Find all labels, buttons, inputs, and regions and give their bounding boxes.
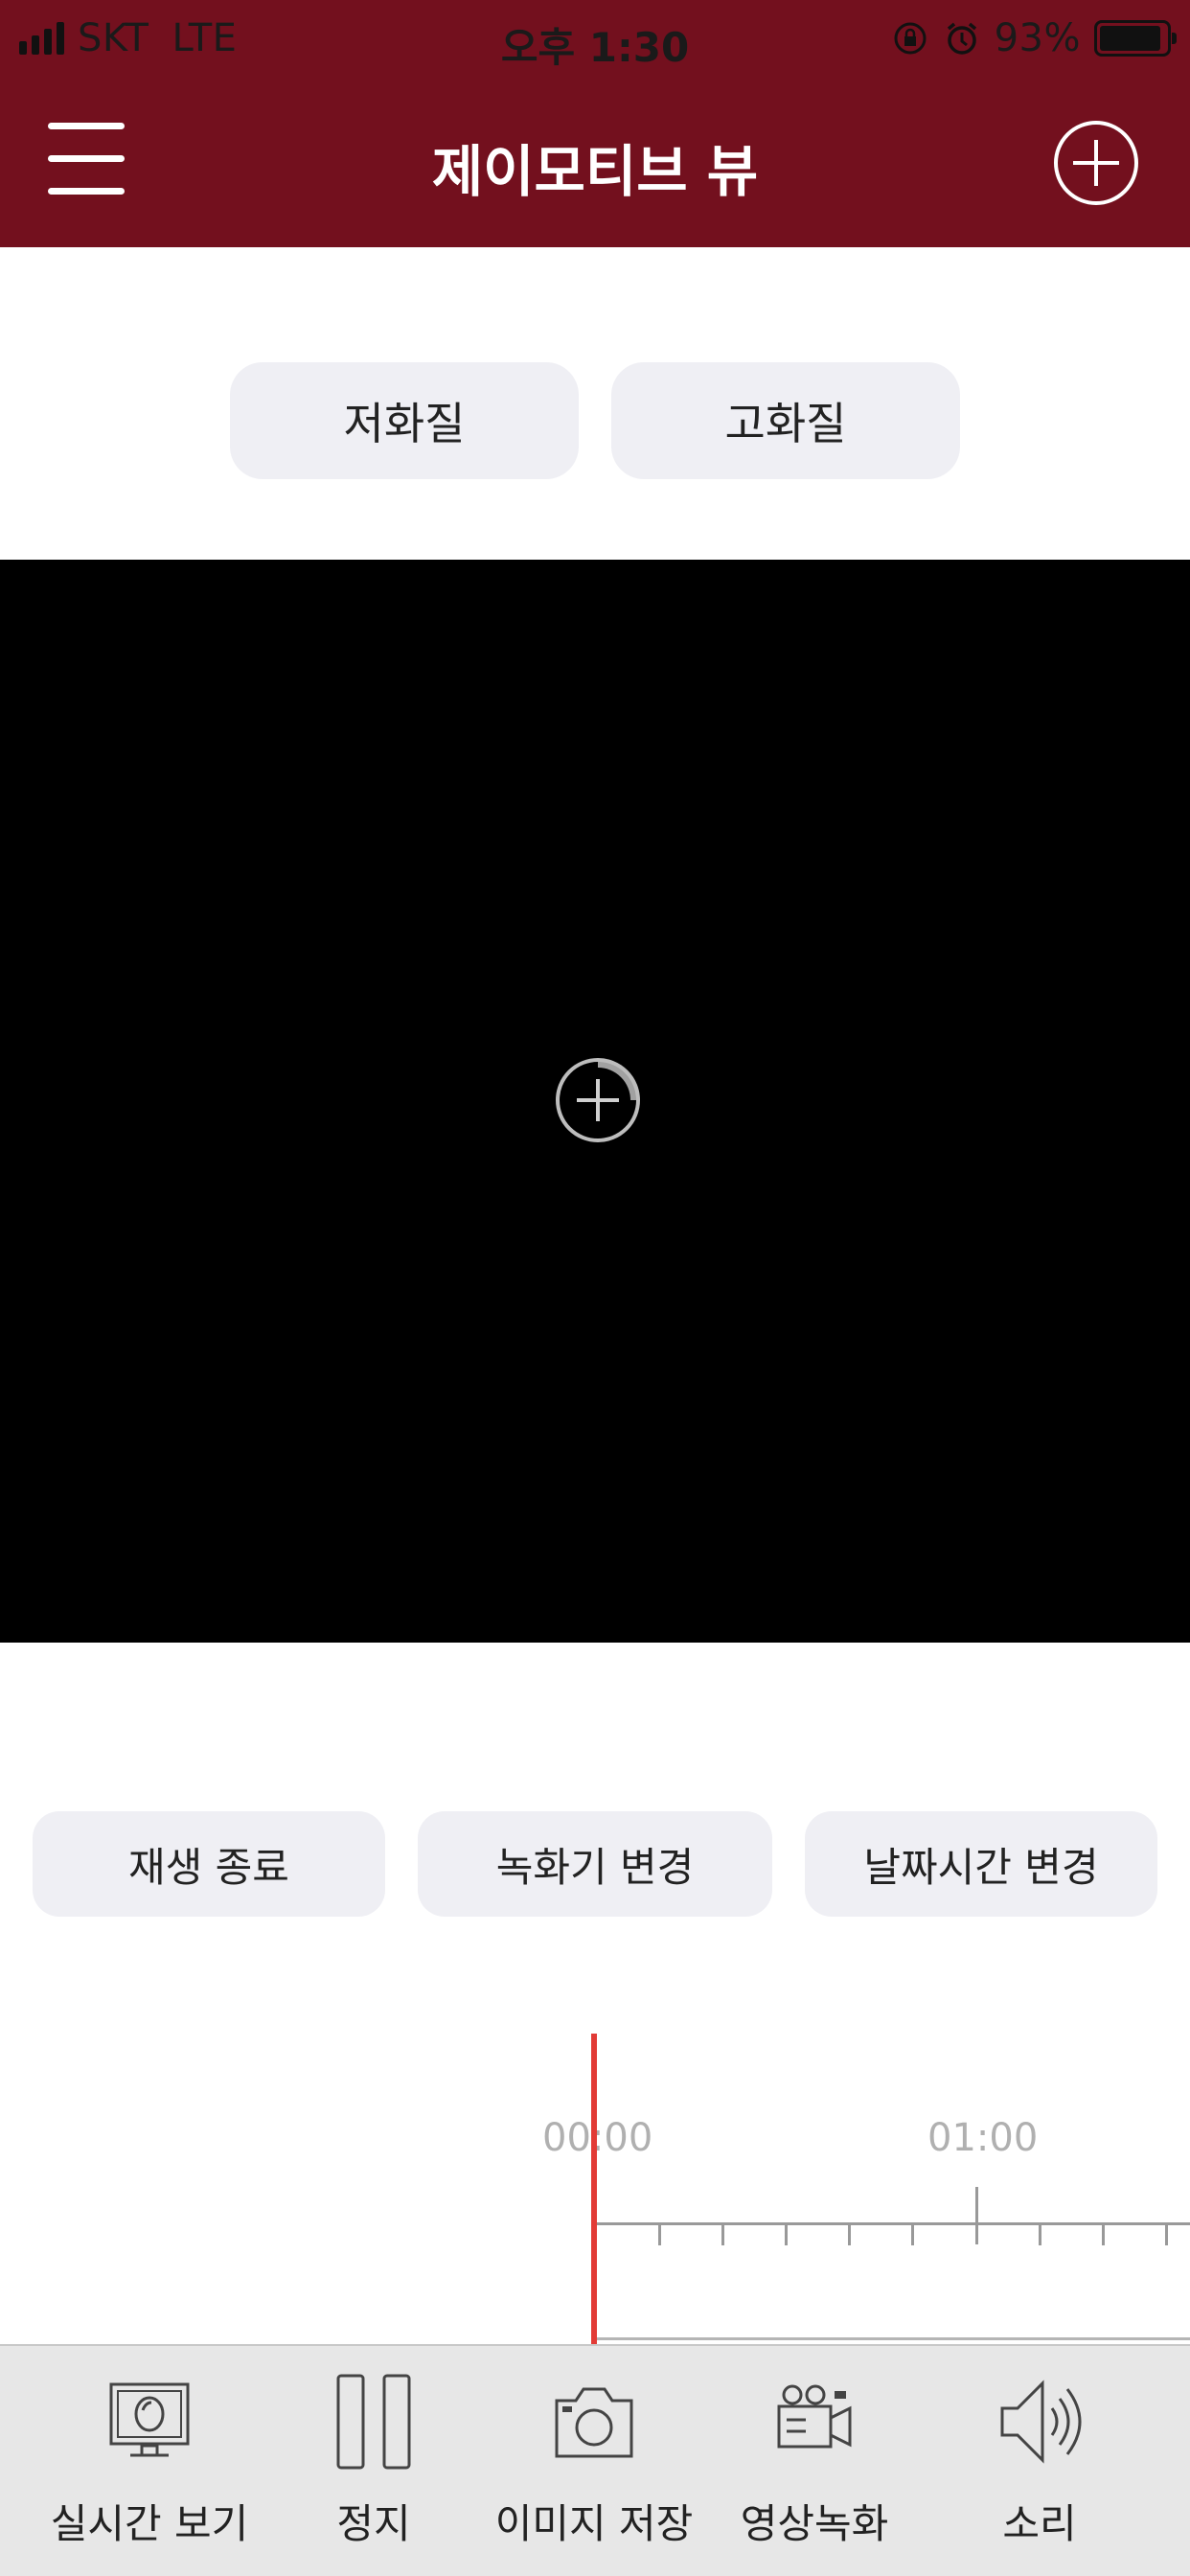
timeline-tick-major (975, 2187, 978, 2244)
stop-playback-button[interactable]: 재생 종료 (33, 1811, 385, 1917)
status-bar-right: 93% (891, 16, 1177, 60)
tab-record-video[interactable]: 영상녹화 (709, 2346, 920, 2576)
battery-percent: 93% (994, 16, 1081, 60)
tab-label: 이미지 저장 (494, 2500, 694, 2547)
tab-pause[interactable]: 정지 (278, 2346, 469, 2576)
timeline-tick (1039, 2224, 1041, 2245)
timeline[interactable]: 00:00 01:00 (0, 2030, 1190, 2346)
video-player[interactable] (0, 560, 1190, 1643)
status-bar: SKT LTE 오후 1:30 93% (0, 0, 1190, 77)
nav-bar: 제이모티브 뷰 (0, 77, 1190, 247)
tab-label: 정지 (336, 2500, 411, 2547)
timeline-axis (594, 2222, 1190, 2225)
change-recorder-button[interactable]: 녹화기 변경 (418, 1811, 772, 1917)
battery-level-fill (1100, 26, 1161, 51)
camera-icon (555, 2387, 633, 2458)
tab-sound[interactable]: 소리 (939, 2346, 1140, 2576)
pause-icon (336, 2374, 411, 2470)
bottom-toolbar: 실시간 보기 정지 이미지 저장 영상녹화 소리 (0, 2344, 1190, 2576)
timeline-tick (721, 2224, 724, 2245)
tab-save-image[interactable]: 이미지 저장 (489, 2346, 699, 2576)
alarm-icon (947, 22, 976, 55)
battery-icon (1094, 20, 1177, 57)
zoom-plus-icon[interactable] (552, 1045, 644, 1156)
change-datetime-button[interactable]: 날짜시간 변경 (805, 1811, 1157, 1917)
timeline-tick (658, 2224, 661, 2245)
tab-label: 실시간 보기 (50, 2500, 249, 2547)
low-quality-button[interactable]: 저화질 (230, 362, 579, 479)
orientation-lock-icon (894, 22, 927, 55)
timeline-tick (785, 2224, 788, 2245)
timeline-tick (1165, 2224, 1168, 2245)
timeline-label-start: 00:00 (542, 2116, 653, 2160)
tab-label: 소리 (1002, 2500, 1077, 2547)
monitor-icon (109, 2382, 190, 2457)
video-camera-icon (777, 2384, 852, 2449)
timeline-track (594, 2337, 1190, 2340)
timeline-label-hour: 01:00 (927, 2116, 1039, 2160)
timeline-tick (1102, 2224, 1105, 2245)
plus-circle-icon (1054, 121, 1138, 205)
high-quality-button[interactable]: 고화질 (611, 362, 960, 479)
timeline-tick (848, 2224, 851, 2245)
tab-label: 영상녹화 (740, 2500, 889, 2547)
speaker-icon (1000, 2380, 1082, 2464)
add-button[interactable] (1052, 109, 1140, 217)
tab-live-view[interactable]: 실시간 보기 (34, 2346, 264, 2576)
page-title: 제이모티브 뷰 (431, 139, 759, 204)
timeline-playhead[interactable] (591, 2034, 597, 2346)
timeline-tick (911, 2224, 914, 2245)
